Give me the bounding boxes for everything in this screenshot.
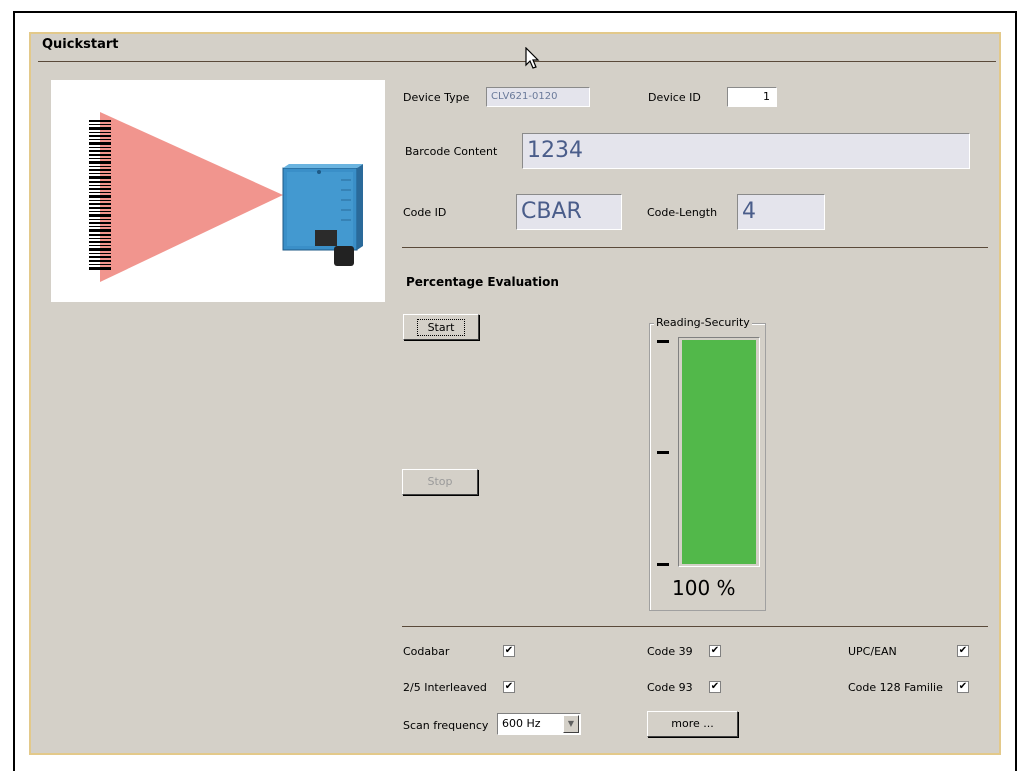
checkmark-icon: ✔ — [710, 645, 720, 656]
checkmark-icon: ✔ — [958, 681, 968, 692]
gauge-tick-bottom — [657, 563, 669, 566]
interleaved-25-label: 2/5 Interleaved — [403, 681, 487, 694]
checkmark-icon: ✔ — [504, 681, 514, 692]
reading-security-label: Reading-Security — [654, 316, 752, 329]
section-divider-1 — [402, 247, 988, 248]
interleaved-25-checkbox[interactable]: ✔ — [503, 681, 515, 693]
mouse-cursor-icon — [525, 47, 540, 69]
code-length-field: 4 — [737, 194, 825, 230]
upc-ean-label: UPC/EAN — [848, 645, 897, 658]
upc-ean-checkbox[interactable]: ✔ — [957, 645, 969, 657]
code39-checkbox[interactable]: ✔ — [709, 645, 721, 657]
more-button[interactable]: more ... — [647, 711, 738, 737]
codabar-checkbox[interactable]: ✔ — [503, 645, 515, 657]
section-divider-2 — [402, 626, 988, 627]
reading-security-fill — [682, 340, 756, 564]
scan-frequency-label: Scan frequency — [403, 719, 489, 732]
gauge-tick-top — [657, 340, 669, 343]
code93-checkbox[interactable]: ✔ — [709, 681, 721, 693]
dropdown-arrow-icon[interactable]: ▼ — [563, 715, 579, 733]
device-id-field[interactable]: 1 — [727, 87, 777, 107]
scan-frequency-value: 600 Hz — [502, 717, 541, 730]
start-button[interactable]: Start — [403, 314, 479, 340]
barcode-content-field: 1234 — [522, 133, 970, 169]
checkmark-icon: ✔ — [958, 645, 968, 656]
barcode-scanner-illustration — [51, 80, 385, 302]
device-id-label: Device ID — [648, 91, 701, 104]
code128-family-checkbox[interactable]: ✔ — [957, 681, 969, 693]
code128-family-label: Code 128 Familie — [848, 681, 943, 694]
code39-label: Code 39 — [647, 645, 693, 658]
barcode-content-label: Barcode Content — [405, 145, 498, 158]
reading-security-percent: 100 % — [672, 576, 736, 600]
device-type-field: CLV621-0120 — [486, 87, 590, 107]
code93-label: Code 93 — [647, 681, 693, 694]
start-button-label: Start — [416, 319, 466, 336]
gauge-tick-middle — [657, 451, 669, 454]
panel-title: Quickstart — [42, 37, 119, 52]
title-divider — [38, 61, 996, 62]
checkmark-icon: ✔ — [504, 645, 514, 656]
percentage-evaluation-heading: Percentage Evaluation — [406, 275, 559, 289]
code-id-field: CBAR — [516, 194, 622, 230]
code-id-label: Code ID — [403, 206, 447, 219]
stop-button[interactable]: Stop — [402, 469, 478, 495]
codabar-label: Codabar — [403, 645, 450, 658]
scan-frequency-select[interactable]: 600 Hz ▼ — [497, 713, 581, 735]
reading-security-gauge — [678, 337, 760, 567]
checkmark-icon: ✔ — [710, 681, 720, 692]
code-length-label: Code-Length — [647, 206, 718, 219]
device-type-label: Device Type — [403, 91, 470, 104]
